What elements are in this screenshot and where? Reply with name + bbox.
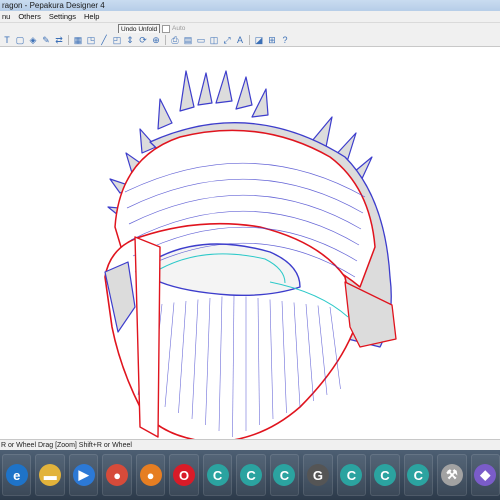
spike-shape xyxy=(197,72,213,106)
menu-item-help[interactable]: Help xyxy=(84,11,99,22)
g-app-button[interactable]: G xyxy=(303,454,333,496)
media-app-button[interactable]: ▶ xyxy=(68,454,99,496)
menu-item-window[interactable]: nu xyxy=(2,11,10,22)
cube-icon[interactable]: ◈ xyxy=(27,34,39,46)
opera-app-button[interactable]: O xyxy=(169,454,199,496)
3d-view[interactable] xyxy=(0,47,500,439)
c-app-icon-3: C xyxy=(273,464,296,486)
c-app-icon-2: C xyxy=(240,464,263,486)
menu-item-others[interactable]: Others xyxy=(18,11,41,22)
c-app-button-4[interactable]: C xyxy=(336,454,367,496)
grid-icon[interactable]: ▦ xyxy=(72,34,84,46)
open-icon[interactable]: T xyxy=(1,34,13,46)
status-bar: R or Wheel Drag [Zoom] Shift+R or Wheel xyxy=(0,439,500,450)
c-app-icon-4: C xyxy=(340,464,363,486)
nose-strip xyxy=(134,236,161,438)
edge-app-icon: e xyxy=(5,464,28,486)
spike-shape xyxy=(235,76,253,110)
face-icon[interactable]: ◳ xyxy=(85,34,97,46)
tools-app-icon: ⚒ xyxy=(440,464,463,486)
c-app-button-1[interactable]: C xyxy=(202,454,233,496)
text-icon[interactable]: A xyxy=(234,34,246,46)
c-app-button-2[interactable]: C xyxy=(236,454,266,496)
flap-icon[interactable]: ◫ xyxy=(208,34,220,46)
chrome-app-icon: ● xyxy=(106,464,129,486)
c-app-button-5[interactable]: C xyxy=(370,454,400,496)
menu-bar: nu Others Settings Help xyxy=(0,11,500,22)
join-icon[interactable]: ⊕ xyxy=(150,34,162,46)
chrome-app-button[interactable]: ● xyxy=(102,454,132,496)
c-app-button-6[interactable]: C xyxy=(403,454,434,496)
opera-app-icon: O xyxy=(173,464,196,486)
edge-icon[interactable]: ╱ xyxy=(98,34,110,46)
select-icon[interactable]: ◰ xyxy=(111,34,123,46)
toolbar-separator xyxy=(165,34,166,45)
page-icon[interactable]: ▭ xyxy=(195,34,207,46)
move-icon[interactable]: ⇕ xyxy=(124,34,136,46)
firefox-app-button[interactable]: ● xyxy=(135,454,166,496)
helmet-model xyxy=(104,70,397,439)
print-icon[interactable]: ⎙ xyxy=(169,34,181,46)
main-toolbar: T ▢ ◈ ✎ ⇄ ▦ ◳ ╱ ◰ ⇕ ⟳ ⊕ ⎙ ▤ ▭ ◫ ⤢ A ◪ ⊞? xyxy=(0,33,500,47)
g-app-icon: G xyxy=(306,464,329,486)
auto-checkbox-label: Auto xyxy=(172,25,186,32)
taskbar: e ▬ ▶ ● ● O C C C G C C C ⚒ ◆ xyxy=(0,450,500,500)
toolbar-separator xyxy=(249,34,250,45)
image-icon[interactable]: ◪ xyxy=(253,34,265,46)
scale-icon[interactable]: ⤢ xyxy=(221,34,233,46)
pepakura-app-icon: ◆ xyxy=(474,464,497,486)
c-app-icon-5: C xyxy=(373,464,396,486)
edge-app-button[interactable]: e xyxy=(2,454,32,496)
spike-shape xyxy=(157,98,173,130)
print-preview-icon[interactable]: ▤ xyxy=(182,34,194,46)
arrange-icon[interactable]: ⊞ xyxy=(266,34,278,46)
explorer-app-icon: ▬ xyxy=(39,464,62,486)
menu-item-settings[interactable]: Settings xyxy=(49,11,76,22)
c-app-icon-6: C xyxy=(407,464,430,486)
tools-app-button[interactable]: ⚒ xyxy=(437,454,467,496)
explorer-app-button[interactable]: ▬ xyxy=(35,454,65,496)
window-title: ragon - Pepakura Designer 4 xyxy=(0,0,500,11)
spike-shape xyxy=(179,70,195,112)
c-app-icon-1: C xyxy=(206,464,229,486)
auto-checkbox[interactable]: Auto xyxy=(162,24,185,33)
spike-shape xyxy=(251,88,269,118)
paint-icon[interactable]: ✎ xyxy=(40,34,52,46)
c-app-button-3[interactable]: C xyxy=(269,454,300,496)
save-icon[interactable]: ▢ xyxy=(14,34,26,46)
flip-icon[interactable]: ⇄ xyxy=(53,34,65,46)
firefox-app-icon: ● xyxy=(139,464,162,486)
toolbar-separator xyxy=(68,34,69,45)
auto-checkbox-box[interactable] xyxy=(162,24,170,33)
help-icon[interactable]: ? xyxy=(279,34,291,46)
rotate-icon[interactable]: ⟳ xyxy=(137,34,149,46)
media-app-icon: ▶ xyxy=(72,464,95,486)
spike-shape xyxy=(215,70,233,104)
pepakura-app-button[interactable]: ◆ xyxy=(470,454,500,496)
